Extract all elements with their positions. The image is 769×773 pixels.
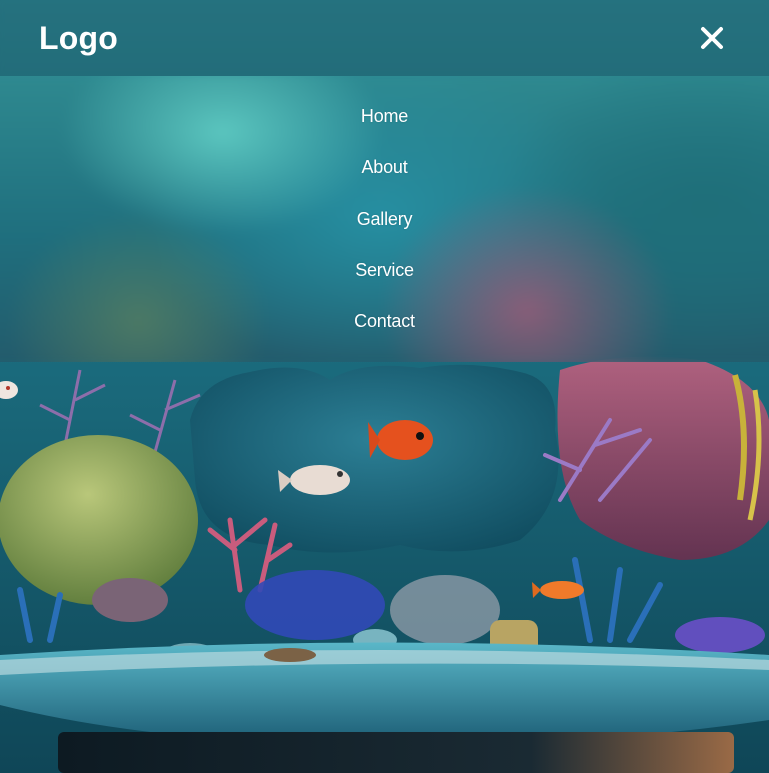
close-icon[interactable] (695, 21, 729, 55)
nav-menu-list: Home About Gallery Service Contact (0, 91, 769, 347)
nav-item-about: About (0, 142, 769, 193)
nav-link-contact[interactable]: Contact (354, 311, 415, 331)
close-icon-glyph (701, 27, 723, 49)
nav-item-contact: Contact (0, 296, 769, 347)
nav-link-about[interactable]: About (361, 157, 407, 177)
top-navbar: Logo (0, 0, 769, 76)
page: Logo Home About Gallery Service Contact (0, 0, 769, 773)
nav-item-service: Service (0, 245, 769, 296)
nav-menu-dropdown: Home About Gallery Service Contact (0, 76, 769, 362)
nav-link-home[interactable]: Home (361, 106, 408, 126)
logo[interactable]: Logo (39, 20, 118, 57)
nav-item-gallery: Gallery (0, 194, 769, 245)
nav-link-service[interactable]: Service (355, 260, 414, 280)
nav-link-gallery[interactable]: Gallery (357, 209, 413, 229)
nav-item-home: Home (0, 91, 769, 142)
